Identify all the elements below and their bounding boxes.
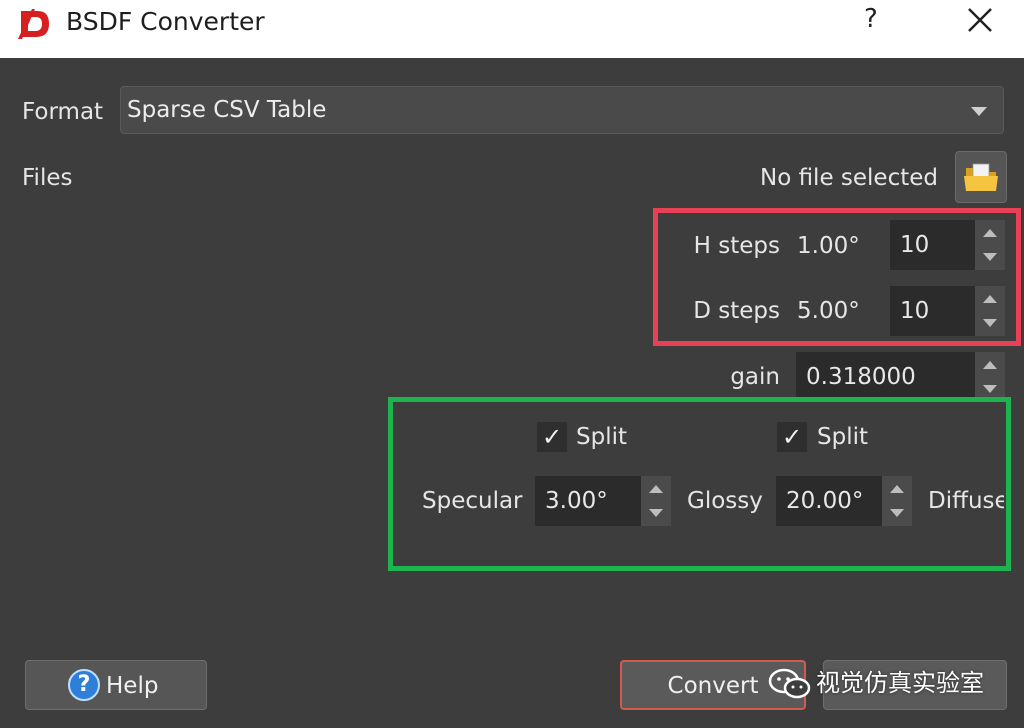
watermark-text: 视觉仿真实验室 [816, 669, 984, 697]
format-dropdown[interactable]: Sparse CSV Table [120, 86, 1004, 134]
folder-open-icon [964, 163, 998, 191]
window-title: BSDF Converter [66, 7, 265, 36]
gain-value: 0.318000 [806, 364, 916, 390]
gain-spinbox[interactable]: 0.318000 [796, 352, 1005, 402]
lobes-highlight-box [388, 397, 1011, 571]
gain-increment-icon[interactable] [975, 352, 1005, 377]
format-label: Format [22, 99, 104, 125]
title-help-button[interactable]: ? [864, 4, 878, 34]
title-bar: BSDF Converter ? [0, 0, 1024, 58]
gain-spin-buttons [975, 352, 1005, 402]
help-button-label: Help [106, 673, 159, 699]
app-logo-icon [18, 9, 49, 39]
wechat-icon [768, 668, 811, 699]
help-icon: ? [68, 669, 100, 701]
gain-label: gain [730, 364, 780, 390]
chevron-down-icon [971, 107, 987, 116]
steps-highlight-box [653, 208, 1021, 346]
open-file-button[interactable] [955, 151, 1007, 203]
format-value: Sparse CSV Table [127, 97, 327, 123]
help-button[interactable]: ? Help [25, 660, 207, 710]
files-label: Files [22, 165, 73, 191]
file-status: No file selected [759, 165, 938, 191]
close-icon[interactable] [962, 2, 998, 38]
